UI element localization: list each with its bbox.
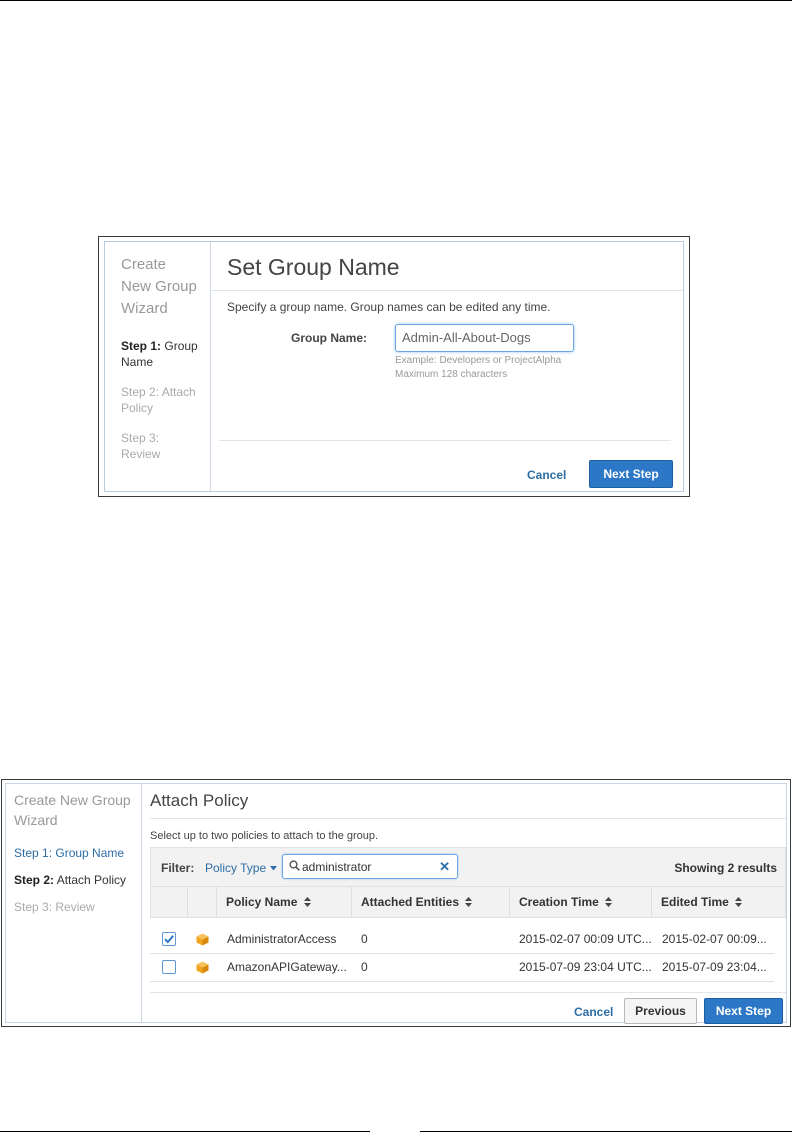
policy-type-label: Policy Type (205, 861, 267, 875)
column-header-creation-time[interactable]: Creation Time (509, 887, 651, 917)
creation-time-cell: 2015-07-09 23:04 UTC... (519, 960, 652, 974)
attached-entities-cell: 0 (361, 960, 368, 974)
policy-search-box[interactable]: ✕ (282, 854, 458, 879)
step-prefix: Step 1: (14, 846, 53, 860)
search-icon (289, 860, 300, 871)
wizard-title: Create New Group Wizard (121, 256, 197, 317)
wizard-title: Create New Group Wizard (14, 792, 131, 828)
step-prefix: Step 2: (121, 385, 160, 399)
filter-label: Filter: (161, 861, 195, 875)
checkmark-icon (164, 935, 174, 944)
policy-table-header: Policy Name Attached Entities Creation T… (150, 887, 786, 918)
column-label: Attached Entities (361, 895, 460, 909)
select-column-header (151, 887, 187, 917)
row-checkbox[interactable] (162, 960, 176, 974)
step-prefix: Step 3: (14, 900, 53, 914)
step-label: Attach Policy (56, 873, 127, 887)
set-group-name-screenshot: Create New Group Wizard Step 1: Group Na… (98, 236, 690, 497)
input-hint-example: Example: Developers or ProjectAlpha (395, 355, 562, 366)
policy-search-input[interactable] (302, 858, 432, 875)
step-prefix: Step 1: (121, 339, 162, 353)
column-label: Edited Time (661, 895, 729, 909)
table-row[interactable]: AmazonAPIGateway... 0 2015-07-09 23:04 U… (150, 954, 774, 982)
wizard-panel: Create New Group Wizard Step 1: Group Na… (104, 241, 684, 492)
footer-rule-right (420, 1131, 792, 1132)
previous-button[interactable]: Previous (624, 998, 697, 1024)
footer-rule-left (0, 1131, 370, 1132)
sidebar-step-1: Step 1: Group Name (121, 338, 200, 370)
step-label: Review (121, 447, 161, 461)
policy-cube-icon (196, 961, 209, 974)
wizard-main: Attach Policy Select up to two policies … (142, 784, 786, 1024)
wizard-main: Set Group Name Specify a group name. Gro… (211, 242, 683, 491)
group-name-input[interactable]: Admin-All-About-Dogs (395, 324, 574, 352)
column-header-policy-name[interactable]: Policy Name (216, 887, 351, 917)
policy-cube-icon (196, 933, 209, 946)
footer-divider (150, 992, 786, 993)
description-text: Specify a group name. Group names can be… (227, 300, 551, 314)
sidebar-step-2: Step 2: Attach Policy (14, 873, 141, 887)
title-divider (211, 290, 683, 291)
attached-entities-cell: 0 (361, 932, 368, 946)
caret-down-icon (269, 866, 277, 871)
creation-time-cell: 2015-02-07 00:09 UTC... (519, 932, 652, 946)
wizard-panel: Create New Group Wizard Step 1: Group Na… (5, 783, 787, 1024)
table-row[interactable]: AdministratorAccess 0 2015-02-07 00:09 U… (150, 926, 774, 954)
page-title: Attach Policy (150, 791, 249, 810)
sidebar-step-1[interactable]: Step 1: Group Name (14, 846, 141, 860)
sidebar-step-3: Step 3: Review (14, 900, 141, 914)
title-divider (150, 818, 786, 819)
sort-arrows-icon (465, 897, 473, 907)
row-checkbox[interactable] (162, 932, 176, 946)
sort-arrows-icon (735, 897, 743, 907)
step-prefix: Step 2: (14, 873, 55, 887)
results-count: Showing 2 results (674, 861, 777, 875)
policy-name-cell: AmazonAPIGateway... (227, 960, 347, 974)
column-label: Policy Name (226, 895, 298, 909)
footer-divider (219, 440, 671, 441)
next-step-button[interactable]: Next Step (704, 998, 783, 1024)
cancel-link[interactable]: Cancel (574, 1005, 613, 1019)
icon-column-header (187, 887, 216, 917)
column-header-edited-time[interactable]: Edited Time (651, 887, 781, 917)
input-hint-max-length: Maximum 128 characters (395, 369, 508, 380)
page-top-rule (0, 0, 792, 1)
sidebar-step-2: Step 2: Attach Policy (121, 384, 200, 416)
step-label: Group Name (55, 846, 125, 860)
policy-type-dropdown[interactable]: Policy Type (205, 861, 277, 875)
attach-policy-screenshot: Create New Group Wizard Step 1: Group Na… (1, 779, 791, 1027)
column-label: Creation Time (519, 895, 599, 909)
next-step-button[interactable]: Next Step (589, 460, 673, 488)
description-text: Select up to two policies to attach to t… (150, 830, 379, 842)
step-label: Review (55, 900, 95, 914)
policy-name-cell: AdministratorAccess (227, 932, 337, 946)
wizard-sidebar: Create New Group Wizard Step 1: Group Na… (6, 784, 142, 1022)
edited-time-cell: 2015-07-09 23:04... (662, 960, 767, 974)
group-name-label: Group Name: (291, 331, 368, 345)
clear-icon[interactable]: ✕ (439, 859, 450, 875)
filter-bar: Filter: Policy Type ✕ Showing 2 results (150, 847, 786, 887)
column-header-attached-entities[interactable]: Attached Entities (351, 887, 509, 917)
step-prefix: Step 3: (121, 431, 160, 445)
wizard-sidebar: Create New Group Wizard Step 1: Group Na… (105, 242, 211, 491)
sort-arrows-icon (605, 897, 613, 907)
cancel-link[interactable]: Cancel (527, 468, 566, 482)
edited-time-cell: 2015-02-07 00:09... (662, 932, 767, 946)
page-title: Set Group Name (227, 254, 400, 280)
sort-arrows-icon (303, 897, 311, 907)
sidebar-step-3: Step 3: Review (121, 430, 200, 462)
